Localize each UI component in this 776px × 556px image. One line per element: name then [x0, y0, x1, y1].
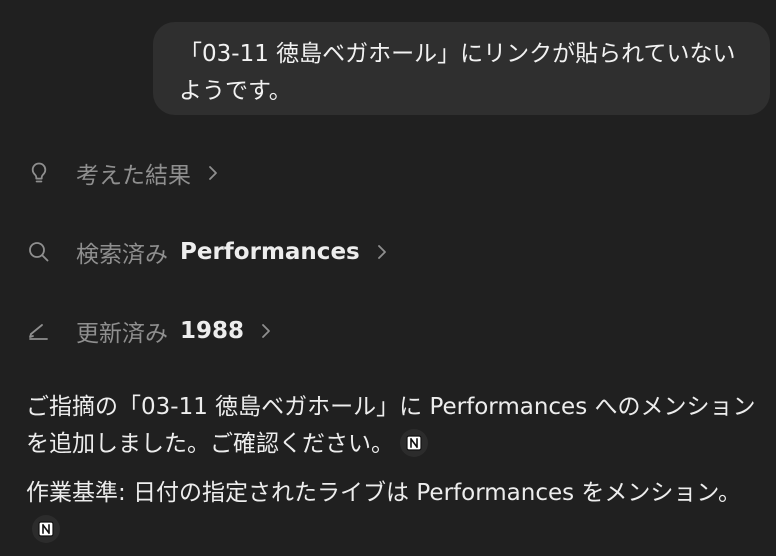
response-paragraph-1: ご指摘の「03-11 徳島ベガホール」に Performances へのメンショ… [26, 389, 760, 463]
response-paragraph-2: 作業基準: 日付の指定されたライブは Performances をメンション。 [26, 475, 760, 549]
step-label: 更新済み [76, 321, 168, 347]
notion-icon[interactable] [400, 428, 428, 457]
chevron-right-icon [207, 164, 219, 182]
step-searched-performances[interactable]: 検索済み Performances [26, 235, 388, 269]
search-icon [26, 239, 52, 265]
chevron-right-icon [260, 322, 272, 340]
chevron-right-icon [376, 243, 388, 261]
step-label: 検索済み [76, 242, 168, 268]
pencil-icon [26, 318, 52, 344]
step-target: Performances [180, 239, 360, 265]
step-label: 考えた結果 [76, 163, 191, 189]
step-target: 1988 [180, 318, 245, 344]
response-text-1: ご指摘の「03-11 徳島ベガホール」に Performances へのメンショ… [26, 394, 756, 457]
user-message-bubble: 「03-11 徳島ベガホール」にリンクが貼られていないようです。 [153, 22, 770, 115]
notion-icon[interactable] [32, 514, 60, 543]
step-updated-1988[interactable]: 更新済み 1988 [26, 314, 272, 348]
response-text-2: 作業基準: 日付の指定されたライブは Performances をメンション。 [26, 480, 742, 506]
step-thinking-result[interactable]: 考えた結果 [26, 156, 219, 190]
lightbulb-icon [26, 160, 52, 186]
user-message-text: 「03-11 徳島ベガホール」にリンクが貼られていないようです。 [179, 41, 736, 104]
